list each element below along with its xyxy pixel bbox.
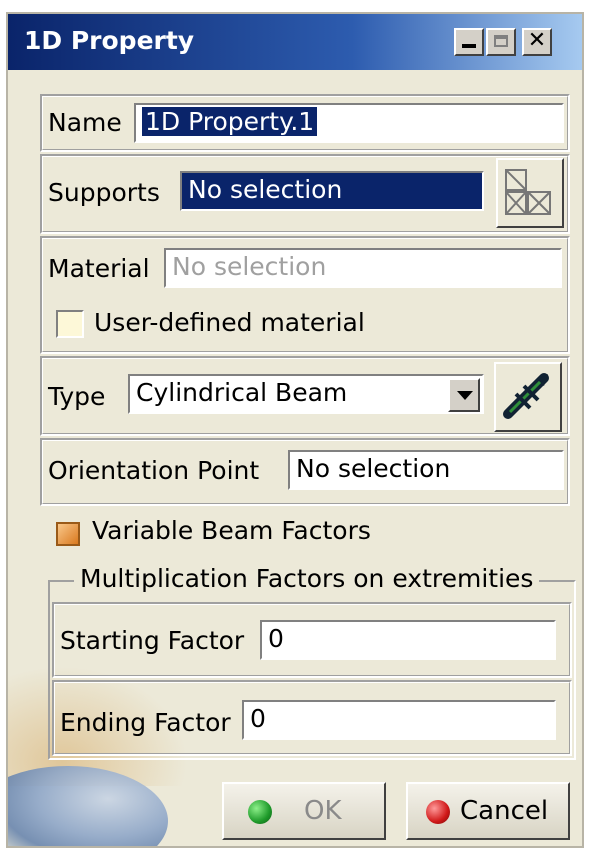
type-dropdown[interactable]: Cylindrical Beam: [128, 374, 484, 414]
type-group: Type Cylindrical Beam: [40, 356, 570, 436]
orientation-field[interactable]: No selection: [288, 450, 564, 490]
starting-factor-field[interactable]: 0: [260, 620, 556, 660]
user-defined-material-label: User-defined material: [94, 308, 365, 337]
supports-label: Supports: [48, 178, 160, 207]
ok-button[interactable]: OK: [222, 782, 386, 840]
window-title: 1D Property: [24, 26, 195, 55]
variable-beam-factors-label: Variable Beam Factors: [92, 516, 371, 545]
multiplication-factors-legend: Multiplication Factors on extremities: [74, 564, 540, 593]
name-value: 1D Property.1: [142, 107, 318, 136]
type-value: Cylindrical Beam: [136, 378, 348, 407]
maximize-button[interactable]: [486, 28, 516, 56]
variable-beam-factors-checkbox[interactable]: [56, 522, 80, 546]
ok-label: OK: [304, 796, 342, 826]
starting-factor-label: Starting Factor: [60, 626, 245, 655]
close-icon: ✕: [527, 28, 547, 53]
supports-group: Supports No selection: [40, 154, 570, 234]
selection-grid-icon: [505, 169, 551, 215]
supports-selection-button[interactable]: [496, 158, 564, 228]
chevron-down-icon[interactable]: [448, 378, 480, 412]
cancel-label: Cancel: [460, 796, 549, 826]
type-label: Type: [48, 382, 106, 411]
ending-factor-label: Ending Factor: [60, 708, 231, 737]
ending-factor-group: Ending Factor 0: [52, 680, 572, 756]
name-group: Name 1D Property.1: [40, 94, 570, 152]
ending-factor-field[interactable]: 0: [242, 700, 556, 740]
title-bar[interactable]: 1D Property ✕: [8, 14, 582, 70]
cancel-status-icon: [426, 800, 450, 824]
material-field[interactable]: No selection: [164, 248, 562, 288]
cancel-button[interactable]: Cancel: [406, 782, 570, 840]
ok-status-icon: [248, 800, 272, 824]
minimize-button[interactable]: [454, 28, 484, 56]
supports-field[interactable]: No selection: [180, 171, 484, 211]
name-field[interactable]: 1D Property.1: [134, 103, 564, 143]
orientation-group: Orientation Point No selection: [40, 438, 570, 506]
starting-factor-group: Starting Factor 0: [52, 602, 572, 678]
maximize-icon: [494, 35, 508, 47]
dialog-window: 1D Property ✕ Name 1D Property.1 Support…: [6, 12, 584, 848]
orientation-label: Orientation Point: [48, 456, 260, 485]
close-button[interactable]: ✕: [522, 28, 552, 56]
beam-edit-button[interactable]: [494, 362, 562, 432]
name-label: Name: [48, 108, 122, 137]
beam-edit-icon: [503, 373, 549, 419]
material-label: Material: [48, 254, 150, 283]
minimize-icon: [462, 44, 476, 48]
material-group: Material No selection User-defined mater…: [40, 236, 570, 354]
user-defined-material-checkbox[interactable]: [56, 310, 84, 338]
